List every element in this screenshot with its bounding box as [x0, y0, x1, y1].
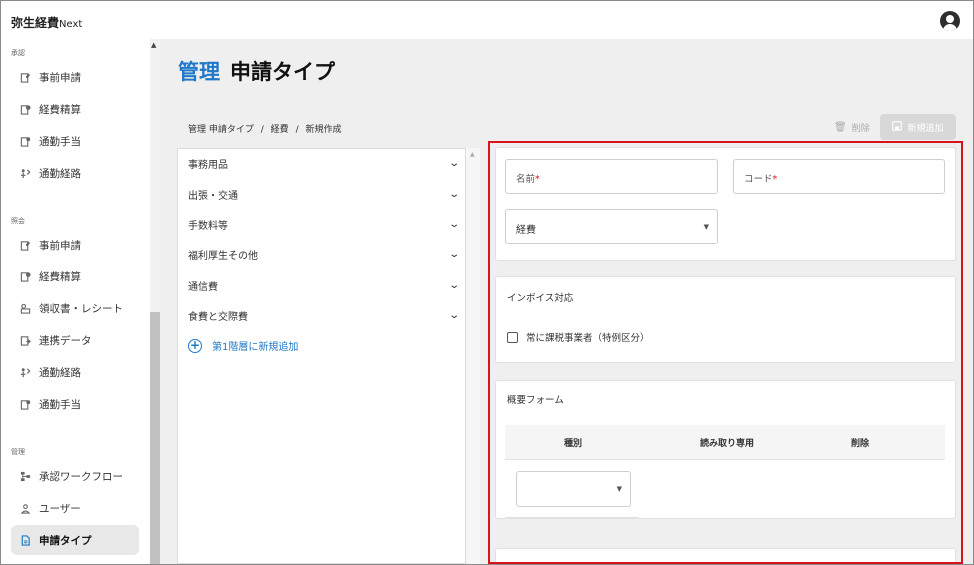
commute-allowance-icon: [19, 398, 31, 410]
chevron-down-icon[interactable]: ⌄: [448, 280, 460, 291]
sidebar-item-approval-expense[interactable]: 経費精算: [11, 94, 139, 124]
commute-route-icon: [19, 167, 31, 179]
chevron-down-icon[interactable]: ⌄: [448, 310, 460, 321]
application-type-icon: [19, 534, 31, 546]
tree-item-label: 食費と交際費: [188, 311, 248, 323]
sidebar-item-admin-users[interactable]: ユーザー: [11, 493, 139, 523]
sidebar-item-label: 申請タイプ: [39, 534, 92, 547]
tree-item[interactable]: 通信費 ⌄: [188, 275, 460, 295]
expense-settlement-icon: [19, 270, 31, 282]
chevron-down-icon[interactable]: ⌄: [448, 189, 460, 200]
breadcrumb-item[interactable]: 管理 申請タイプ: [188, 125, 254, 135]
category-tree: [177, 148, 466, 564]
workflow-icon: [19, 470, 31, 482]
trash-icon: 🗑: [834, 122, 847, 133]
tree-item-label: 通信費: [188, 281, 218, 293]
tree-item[interactable]: 手数料等 ⌄: [188, 214, 460, 234]
sidebar-item-admin-application-type[interactable]: 申請タイプ: [11, 525, 139, 555]
breadcrumb-item[interactable]: 経費: [271, 125, 289, 135]
chevron-down-icon[interactable]: ⌄: [448, 219, 460, 230]
delete-label: 削除: [851, 124, 870, 134]
tree-scrollbar[interactable]: [466, 148, 480, 564]
add-top-level-button[interactable]: + 第1階層に新規追加: [188, 338, 298, 353]
linked-data-icon: [19, 334, 31, 346]
sidebar-item-label: 通勤経路: [39, 167, 81, 180]
sidebar-item-label: 連携データ: [39, 334, 92, 347]
breadcrumb-current: 新規作成: [305, 125, 342, 135]
sidebar-section-admin: 管理: [11, 448, 25, 456]
sidebar-item-inquiry-linked-data[interactable]: 連携データ: [11, 325, 139, 355]
tree-item-label: 事務用品: [188, 159, 228, 171]
sidebar-item-label: ユーザー: [39, 502, 81, 515]
sidebar-item-label: 事前申請: [39, 71, 81, 84]
tree-item-label: 手数料等: [188, 220, 228, 232]
sidebar-scrollbar-thumb[interactable]: [150, 312, 160, 564]
add-new-button[interactable]: 新規追加: [880, 114, 956, 140]
sidebar-item-label: 経費精算: [39, 270, 81, 283]
tree-item[interactable]: 出張・交通 ⌄: [188, 184, 460, 204]
delete-button[interactable]: 🗑 削除: [834, 121, 870, 134]
sidebar-item-inquiry-receipts[interactable]: 領収書・レシート: [11, 293, 139, 323]
sidebar-item-label: 事前申請: [39, 239, 81, 252]
user-avatar-icon[interactable]: [940, 11, 960, 31]
add-new-label: 新規追加: [907, 123, 944, 134]
tree-scroll-up-icon[interactable]: ▲: [470, 151, 475, 158]
plus-circle-icon: +: [188, 337, 202, 353]
commute-route-icon: [19, 366, 31, 378]
sidebar-item-label: 経費精算: [39, 103, 81, 116]
sidebar-item-inquiry-commute-allowance[interactable]: 通勤手当: [11, 389, 139, 419]
sidebar-item-approval-pre-application[interactable]: 事前申請: [11, 62, 139, 92]
page-title-prefix: 管理: [178, 60, 220, 84]
scroll-up-arrow-icon[interactable]: ▲: [151, 41, 156, 49]
sidebar-item-label: 通勤手当: [39, 398, 81, 411]
sidebar-item-inquiry-expense[interactable]: 経費精算: [11, 261, 139, 291]
sidebar-section-approval: 承認: [11, 49, 25, 57]
tree-item[interactable]: 福利厚生その他 ⌄: [188, 244, 460, 264]
top-bar: 弥生経費Next: [1, 1, 973, 39]
brand-name: 弥生経費: [11, 16, 60, 30]
sidebar-item-inquiry-pre-application[interactable]: 事前申請: [11, 230, 139, 260]
pre-application-icon: [19, 239, 31, 251]
app-logo[interactable]: 弥生経費Next: [11, 14, 82, 31]
chevron-down-icon[interactable]: ⌄: [448, 158, 460, 169]
sidebar-item-label: 通勤経路: [39, 366, 81, 379]
page-title: 管理 申請タイプ: [178, 56, 335, 86]
save-icon: [892, 120, 903, 134]
sidebar-item-approval-commute-route[interactable]: 通勤経路: [11, 158, 139, 188]
sidebar-item-label: 領収書・レシート: [39, 302, 123, 315]
tree-item[interactable]: 事務用品 ⌄: [188, 153, 460, 173]
tree-item[interactable]: 食費と交際費 ⌄: [188, 305, 460, 325]
sidebar-item-inquiry-commute-route[interactable]: 通勤経路: [11, 357, 139, 387]
page-title-text: 申請タイプ: [230, 60, 335, 84]
sidebar-item-label: 承認ワークフロー: [39, 470, 123, 483]
chevron-down-icon[interactable]: ⌄: [448, 249, 460, 260]
highlight-box: [488, 141, 963, 564]
add-top-level-label: 第1階層に新規追加: [212, 342, 299, 353]
sidebar-item-label: 通勤手当: [39, 135, 81, 148]
breadcrumb: 管理 申請タイプ / 経費 / 新規作成: [188, 122, 346, 135]
sidebar-section-inquiry: 照会: [11, 217, 25, 225]
tree-item-label: 出張・交通: [188, 190, 238, 202]
tree-item-label: 福利厚生その他: [188, 250, 258, 262]
user-icon: [19, 502, 31, 514]
breadcrumb-separator: /: [295, 125, 299, 135]
sidebar-item-approval-commute-allowance[interactable]: 通勤手当: [11, 126, 139, 156]
sidebar-item-admin-workflow[interactable]: 承認ワークフロー: [11, 461, 139, 491]
commute-allowance-icon: [19, 135, 31, 147]
expense-settlement-icon: [19, 103, 31, 115]
brand-suffix: Next: [59, 19, 83, 30]
sidebar: 承認 事前申請 経費精算 通勤手当 通勤経路 照会 事前申請 経費精算 領収書・…: [1, 39, 149, 564]
pre-application-icon: [19, 71, 31, 83]
breadcrumb-separator: /: [260, 125, 264, 135]
receipt-icon: [19, 302, 31, 314]
